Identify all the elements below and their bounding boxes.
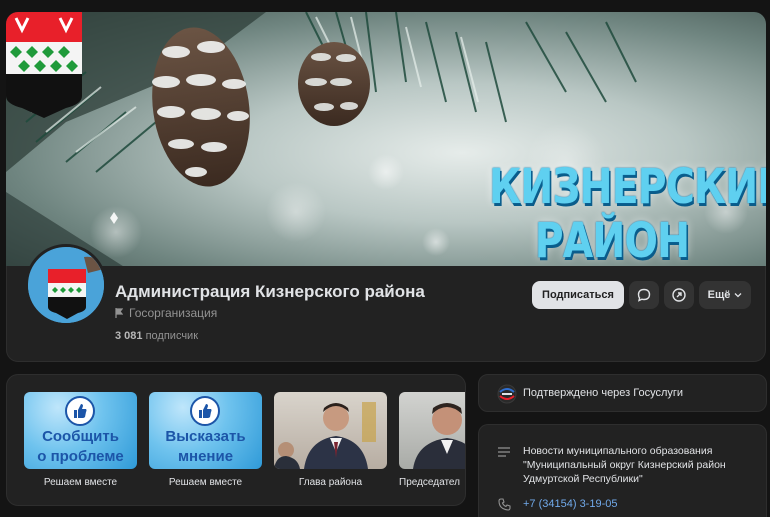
- group-name: Администрация Кизнерского района: [115, 282, 425, 301]
- service-tile-report-problem[interactable]: Сообщить о проблеме Решаем вместе: [24, 392, 137, 488]
- more-button[interactable]: Ещё: [699, 281, 751, 309]
- thumbs-up-icon: [190, 396, 220, 426]
- give-opinion-image-text: Высказать мнение: [149, 427, 262, 467]
- phone-icon: [498, 498, 511, 511]
- chairman-photo: [399, 392, 465, 469]
- community-page: КИЗНЕРСКИЙ РАЙОН Администрация Кизнерско…: [0, 0, 770, 517]
- text-lines-icon: [498, 447, 510, 457]
- tile-caption: Решаем вместе: [43, 477, 118, 488]
- thumbs-up-icon: [65, 396, 95, 426]
- person-photo-icon: [274, 402, 376, 469]
- give-opinion-line2: мнение: [177, 448, 234, 465]
- report-problem-image: Сообщить о проблеме: [24, 392, 137, 469]
- cover-title: КИЗНЕРСКИЙ РАЙОН: [489, 159, 766, 268]
- person-photo-icon: [413, 403, 465, 469]
- info-card: Новости муниципального образования "Муни…: [478, 424, 767, 517]
- subscribe-button[interactable]: Подписаться: [532, 281, 624, 309]
- cover-image: КИЗНЕРСКИЙ РАЙОН: [6, 12, 766, 268]
- cover-title-line1: КИЗНЕРСКИЙ: [489, 159, 766, 215]
- verified-text: Подтверждено через Госуслуги: [523, 387, 684, 399]
- tile-caption: Решаем вместе: [168, 477, 243, 488]
- tile-caption: Председател: [399, 477, 460, 488]
- district-head-photo: [274, 392, 387, 469]
- group-type: Госорганизация: [115, 306, 217, 320]
- phone-link[interactable]: +7 (34154) 3-19-05: [523, 498, 617, 510]
- subscribers-count[interactable]: 3 081 подписчик: [115, 330, 198, 342]
- subscribers-label: подписчик: [145, 330, 199, 342]
- tile-caption: Глава района: [298, 477, 363, 488]
- verified-card[interactable]: Подтверждено через Госуслуги: [478, 374, 767, 412]
- message-button[interactable]: [629, 281, 659, 309]
- service-tile-chairman[interactable]: Председател: [399, 392, 465, 488]
- coat-of-arms-icon: [6, 12, 82, 118]
- subscribers-number: 3 081: [115, 330, 143, 342]
- group-header: Администрация Кизнерского района Госорга…: [6, 244, 766, 362]
- avatar[interactable]: [25, 244, 107, 326]
- give-opinion-line1: Высказать: [165, 428, 246, 445]
- more-label: Ещё: [707, 289, 731, 301]
- share-icon: [672, 288, 686, 302]
- report-problem-line1: Сообщить: [42, 428, 119, 445]
- avatar-coat-of-arms-icon: [28, 247, 104, 323]
- report-problem-line2: о проблеме: [37, 448, 124, 465]
- give-opinion-image: Высказать мнение: [149, 392, 262, 469]
- report-problem-image-text: Сообщить о проблеме: [24, 427, 137, 467]
- flag-icon: [115, 308, 123, 318]
- message-icon: [637, 288, 651, 302]
- cover-title-line2: РАЙОН: [534, 213, 690, 268]
- group-type-label: Госорганизация: [129, 306, 218, 320]
- community-description: Новости муниципального образования "Муни…: [523, 445, 726, 485]
- chevron-down-icon: [734, 293, 742, 298]
- services-carousel: Сообщить о проблеме Решаем вместе Высказ…: [6, 374, 466, 506]
- gosuslugi-icon: [497, 384, 517, 404]
- service-tile-district-head[interactable]: Глава района: [274, 392, 387, 488]
- service-tile-give-opinion[interactable]: Высказать мнение Решаем вместе: [149, 392, 262, 488]
- share-button[interactable]: [664, 281, 694, 309]
